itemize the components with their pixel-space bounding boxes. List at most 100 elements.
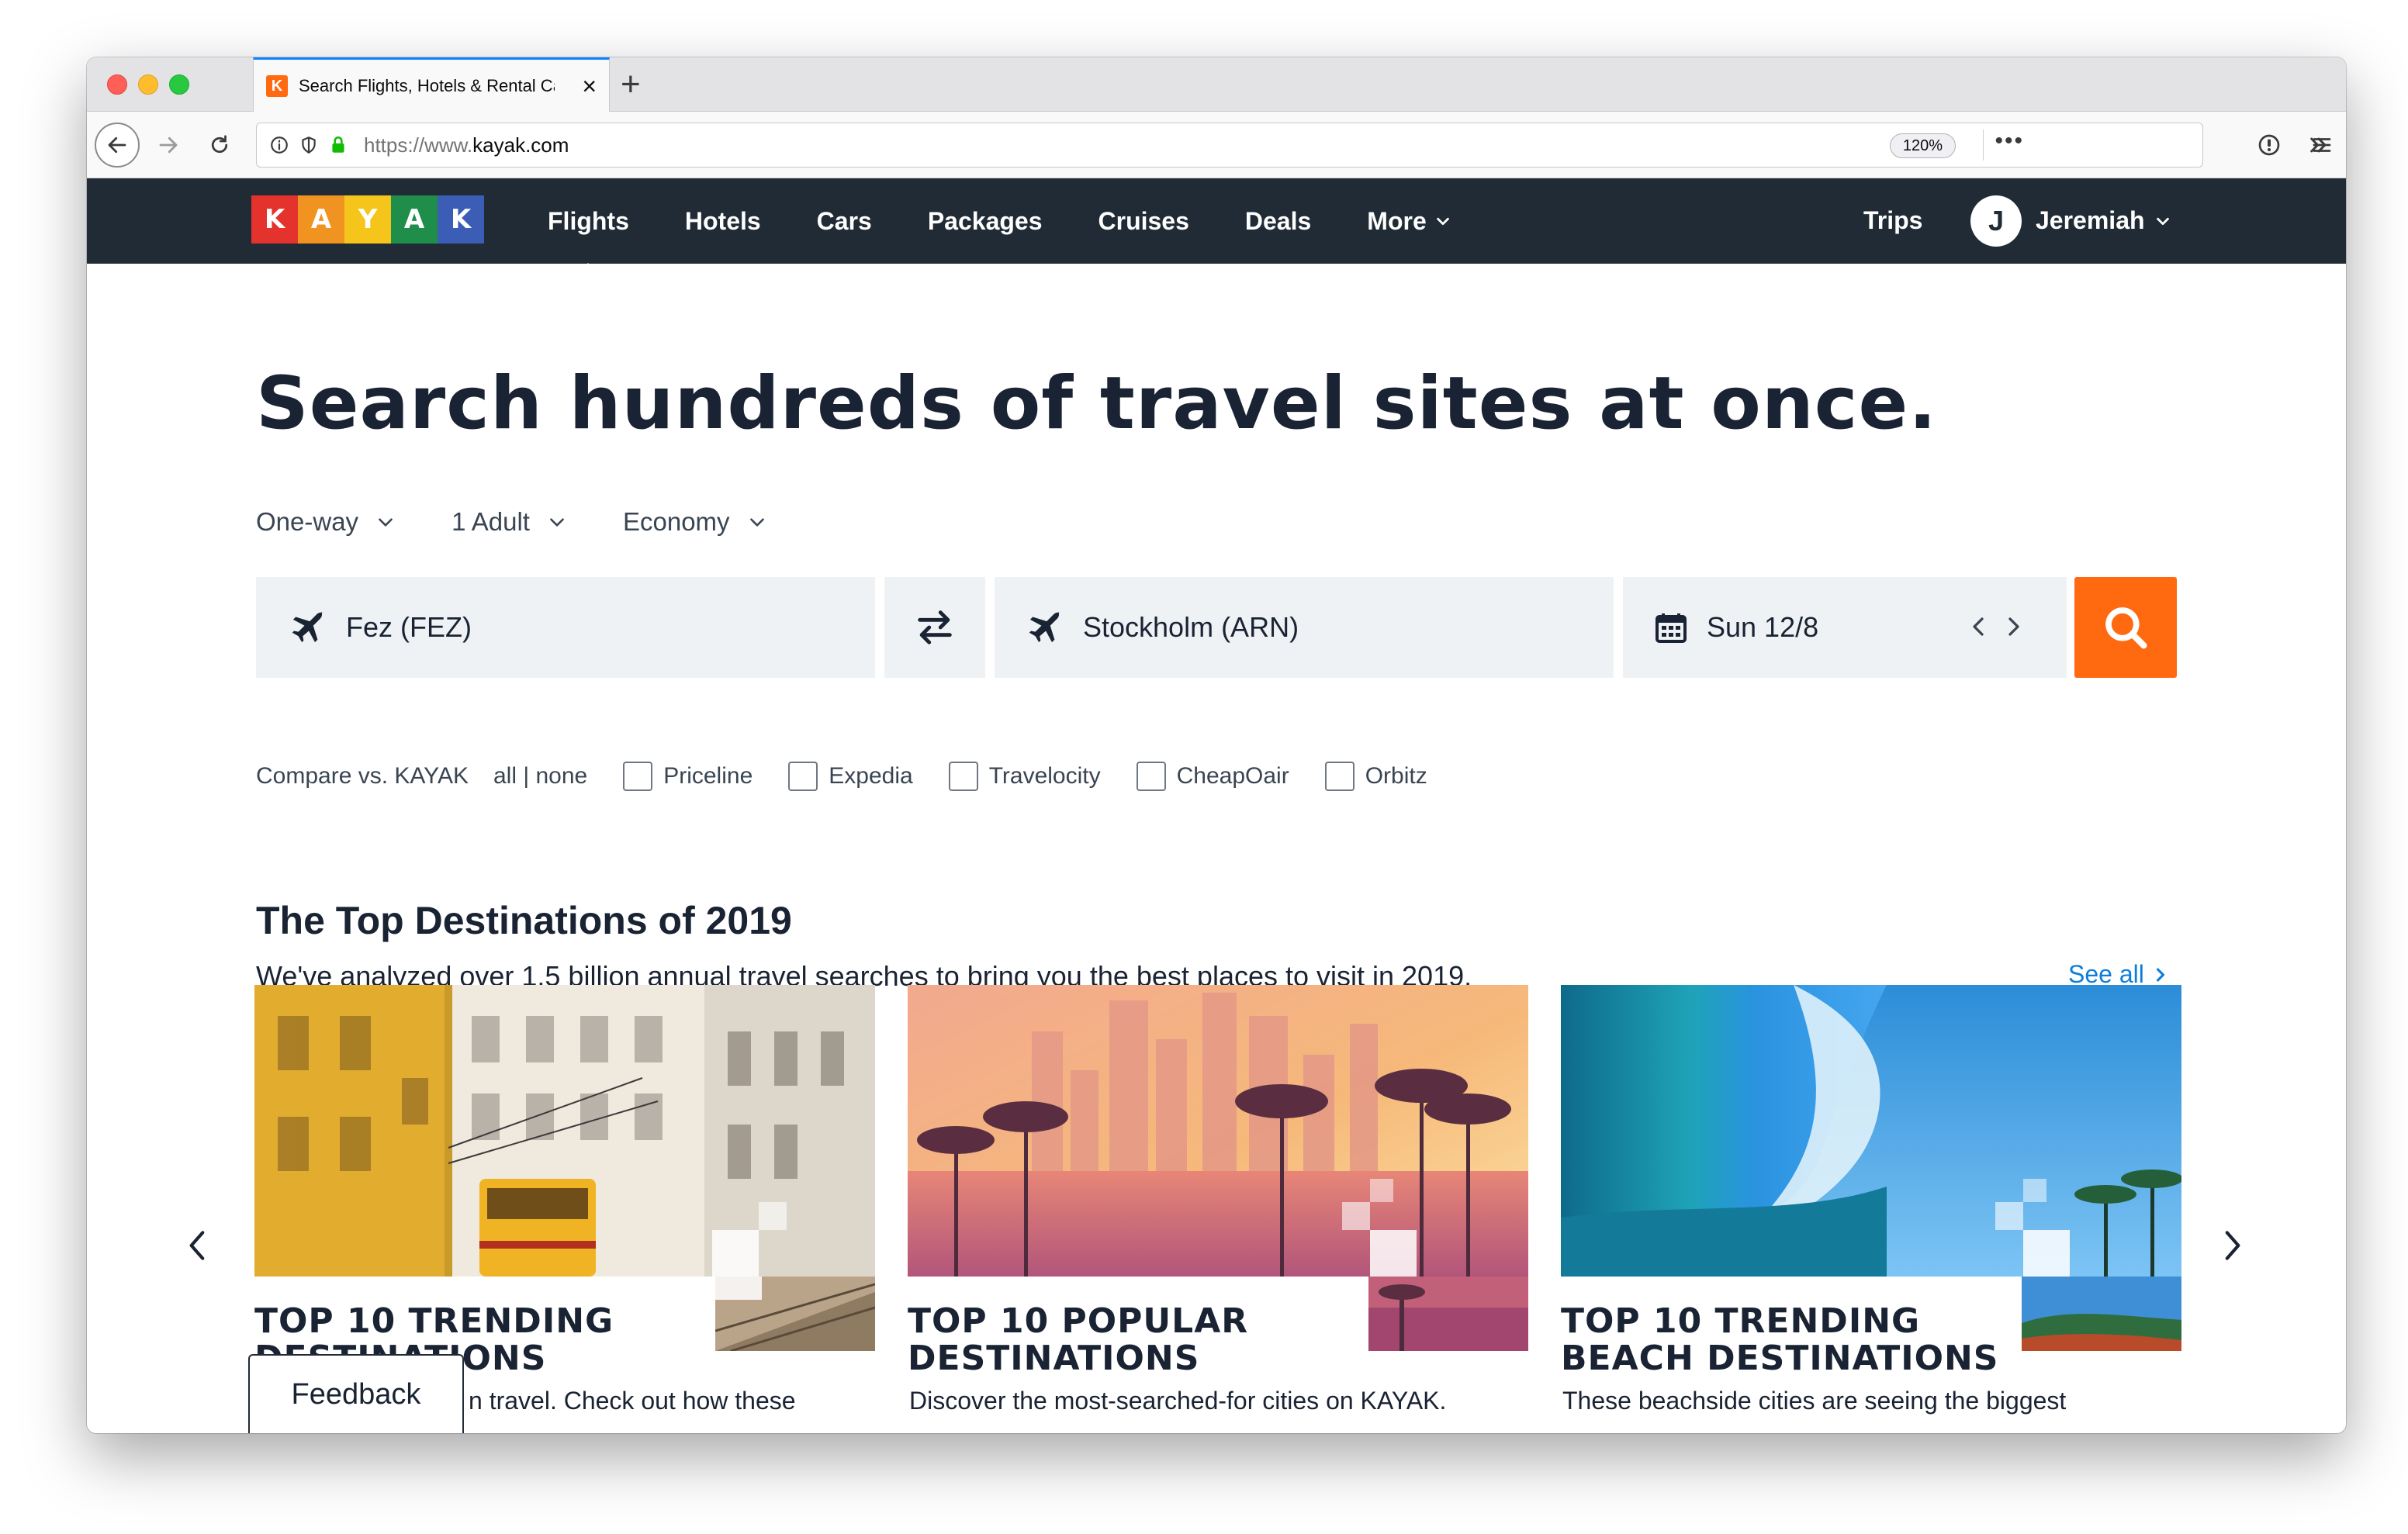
lock-icon[interactable] [327,133,350,157]
forward-button[interactable] [146,123,191,168]
checkbox[interactable] [623,762,653,791]
reload-icon [211,135,228,154]
nav-item-cruises[interactable]: Cruises [1098,207,1189,236]
nav-item-hotels[interactable]: Hotels [685,207,761,236]
destination-field[interactable]: Stockholm (ARN) [995,577,1614,678]
chevron-right-icon[interactable] [2005,611,2023,642]
card-image-lisbon [254,985,875,1277]
carousel-prev-button[interactable] [178,1222,217,1269]
compare-cheapoair-checkbox[interactable]: CheapOair [1136,762,1289,791]
checkbox-label: Priceline [663,763,753,789]
chevron-down-icon [2156,217,2169,225]
browser-window: K Search Flights, Hotels & Rental Cars |… [87,57,2346,1433]
new-tab-button[interactable]: + [621,65,641,104]
nav-item-packages[interactable]: Packages [928,207,1043,236]
hamburger-menu-icon[interactable] [2299,123,2344,168]
checkbox-label: Expedia [829,763,913,789]
close-window-button[interactable] [107,74,127,95]
card-inset-image [1368,1277,1528,1351]
checkbox[interactable] [788,762,818,791]
checkbox[interactable] [1136,762,1166,791]
destination-card[interactable]: TOP 10 TRENDING BEACH DESTINATIONS These … [1561,985,2181,1433]
travelers-select[interactable]: 1 Adult [452,507,567,537]
date-stepper [1969,611,2023,642]
nav-item-label: Cruises [1098,206,1189,235]
compare-expedia-checkbox[interactable]: Expedia [788,762,913,791]
card-inset-image [2022,1277,2181,1351]
card-description: These beachside cities are seeing the bi… [1562,1387,2067,1415]
address-bar[interactable]: https://www.kayak.com 120% ••• [256,123,2203,168]
close-tab-icon[interactable]: × [582,74,597,98]
nav-item-label: Deals [1244,206,1312,235]
checkbox[interactable] [948,762,978,791]
cabin-label: Economy [622,507,730,536]
active-nav-indicator [576,262,601,275]
url-text: https://www.kayak.com [364,133,569,157]
checkbox[interactable] [1324,762,1354,791]
card-inset-image [715,1277,875,1351]
chevron-right-icon [2225,1231,2240,1260]
logo-letter: A [298,195,344,244]
carousel-next-button[interactable] [2213,1222,2251,1269]
page-actions-menu-icon[interactable]: ••• [1995,128,2024,154]
chevron-down-icon [550,518,564,527]
nav-item-deals[interactable]: Deals [1245,207,1311,236]
feedback-button[interactable]: Feedback [248,1354,464,1433]
card-title: TOP 10 POPULAR DESTINATIONS [908,1301,1249,1378]
swap-button[interactable] [884,577,985,678]
chevron-down-icon [379,518,393,527]
card-description: n travel. Check out how these [469,1387,796,1415]
checkbox-label: Orbitz [1365,763,1427,789]
info-icon[interactable] [268,133,291,157]
account-menu[interactable]: Jeremiah [2036,206,2171,235]
password-manager-icon[interactable] [2247,123,2292,168]
tracking-shield-icon[interactable] [297,133,320,157]
origin-field[interactable]: Fez (FEZ) [256,577,875,678]
search-icon [2105,607,2147,649]
compare-priceline-checkbox[interactable]: Priceline [623,762,752,791]
main-nav: Flights Hotels Cars Packages Cruises Deals Mor… [548,178,1507,275]
kayak-favicon-icon: K [266,75,288,97]
tab-title: Search Flights, Hotels & Rental Cars | K… [299,76,555,95]
chevron-right-icon [2156,967,2164,982]
kayak-logo[interactable]: KAYAK [251,195,484,244]
chevron-down-icon [1436,217,1449,226]
nav-item-label: More [1367,206,1427,235]
username-label: Jeremiah [2036,206,2145,234]
reload-button[interactable] [197,123,242,168]
minimize-window-button[interactable] [138,74,158,95]
chevron-left-icon[interactable] [1969,611,1988,642]
avatar[interactable]: J [1970,195,2022,247]
card-image-skyline [908,985,1528,1277]
zoom-level-badge[interactable]: 120% [1889,133,1956,158]
search-button[interactable] [2074,577,2177,678]
date-field[interactable]: Sun 12/8 [1623,577,2067,678]
destination-value: Stockholm (ARN) [1083,611,1299,643]
compare-travelocity-checkbox[interactable]: Travelocity [948,762,1101,791]
compare-label: Compare vs. KAYAK [256,763,469,789]
nav-item-flights[interactable]: Flights [548,207,629,275]
logo-letter: K [251,195,298,244]
nav-item-label: Hotels [684,206,761,235]
compare-sites-row: Compare vs. KAYAK all | none Priceline Ex… [256,762,1463,791]
trip-type-label: One-way [256,507,359,536]
all-none-toggle[interactable]: all | none [493,763,587,789]
back-button[interactable] [95,123,140,168]
cabin-class-select[interactable]: Economy [623,507,767,537]
nav-item-cars[interactable]: Cars [817,207,872,236]
trips-link[interactable]: Trips [1863,206,1922,235]
compare-orbitz-checkbox[interactable]: Orbitz [1324,762,1427,791]
page-title: Search hundreds of travel sites at once. [256,361,1937,446]
maximize-window-button[interactable] [169,74,189,95]
browser-tab-active[interactable]: K Search Flights, Hotels & Rental Cars |… [253,57,610,112]
logo-letter: A [391,195,438,244]
logo-letter: K [438,195,484,244]
checkbox-label: Travelocity [988,763,1101,789]
trip-type-select[interactable]: One-way [256,507,396,537]
travelers-label: 1 Adult [452,507,530,536]
destination-card[interactable]: TOP 10 POPULAR DESTINATIONS Discover the … [908,985,1528,1433]
date-value: Sun 12/8 [1707,611,1819,643]
swap-arrows-icon [918,610,952,644]
nav-item-more[interactable]: More [1367,207,1451,236]
compare-checkbox-list: Priceline Expedia Travelocity CheapOair Orbi… [623,762,1463,791]
